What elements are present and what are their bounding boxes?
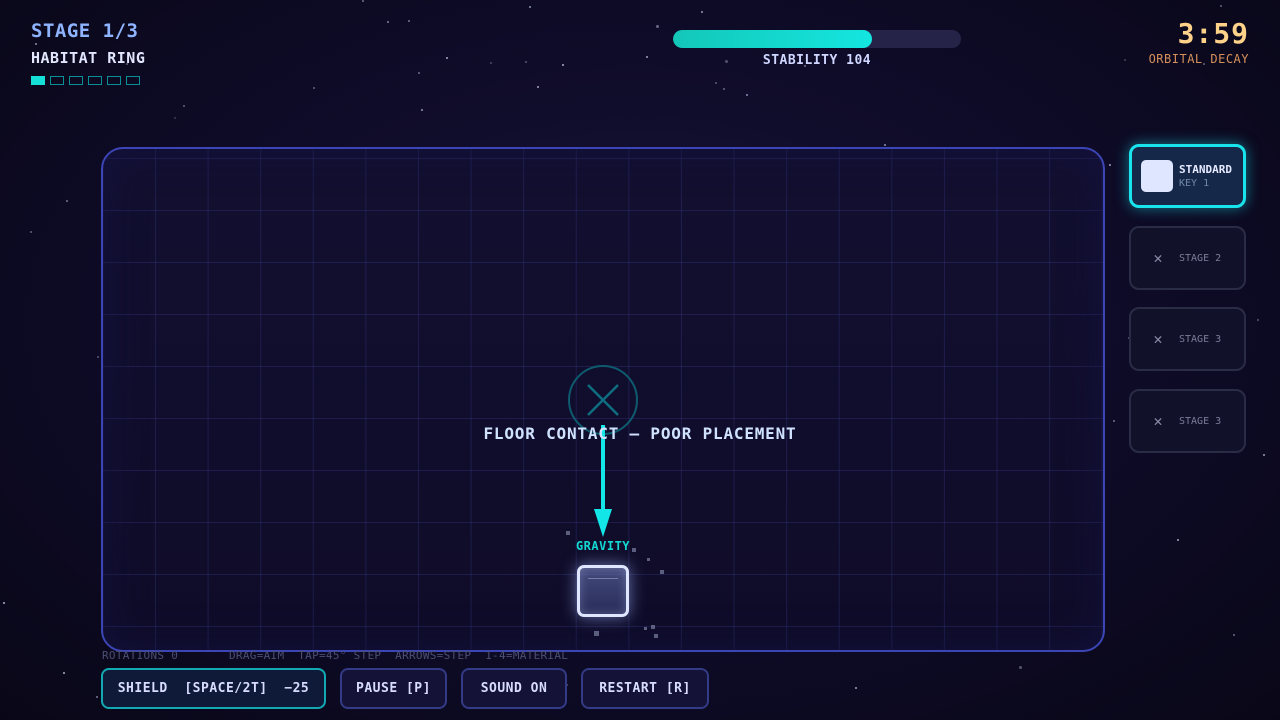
star	[537, 86, 539, 88]
star	[183, 105, 185, 107]
material-card-locked[interactable]: ✕ STAGE 3	[1129, 389, 1246, 453]
star	[723, 88, 725, 90]
star	[529, 6, 531, 8]
star	[562, 64, 564, 66]
material-name: STANDARD	[1179, 163, 1232, 176]
star	[387, 21, 389, 23]
star	[490, 62, 492, 64]
star	[362, 0, 364, 2]
star	[525, 61, 527, 63]
material-card-locked[interactable]: ✕ STAGE 2	[1129, 226, 1246, 290]
shield-button[interactable]: SHIELD [SPACE/2T] −25	[101, 668, 326, 709]
star	[1124, 59, 1126, 61]
debris-particle	[632, 548, 636, 552]
star	[446, 57, 448, 59]
restart-button[interactable]: RESTART [R]	[581, 668, 709, 709]
stability-bar-fill	[673, 30, 872, 48]
star	[66, 200, 68, 202]
debris-particle	[644, 627, 647, 630]
standard-block[interactable]	[577, 565, 629, 617]
stability-bar	[673, 30, 961, 48]
sound-toggle-button[interactable]: SOUND ON	[461, 668, 567, 709]
star	[656, 25, 659, 28]
stage-pip-empty	[126, 76, 140, 85]
material-lock-label: STAGE 3	[1179, 415, 1222, 427]
debris-particle	[647, 558, 650, 561]
star	[1257, 319, 1259, 321]
star	[1109, 164, 1111, 166]
star	[96, 696, 98, 698]
game-scene: STAGE 1/3 HABITAT RING STABILITY 104 3:5…	[0, 0, 1280, 720]
material-card-locked[interactable]: ✕ STAGE 3	[1129, 307, 1246, 371]
star	[35, 43, 37, 45]
x-icon: ✕	[1153, 412, 1163, 430]
star	[1263, 454, 1265, 456]
debris-particle	[654, 634, 658, 638]
star	[746, 94, 748, 96]
material-key-hint: KEY 1	[1179, 178, 1210, 189]
star	[313, 87, 315, 89]
stage-progress-pips	[31, 76, 140, 85]
star	[1220, 5, 1222, 7]
timer-label: ORBITAL DECAY	[1148, 52, 1249, 66]
stage-pip-empty	[107, 76, 121, 85]
rotation-counter: ROTATIONS 0	[102, 649, 179, 662]
star	[421, 109, 423, 111]
stability-label: STABILITY 104	[762, 53, 872, 68]
stage-counter: STAGE 1/3	[31, 20, 139, 42]
star	[1233, 634, 1235, 636]
stage-pip-complete	[31, 76, 45, 85]
star	[3, 602, 5, 604]
controls-hint: DRAG=AIM TAP=45° STEP ARROWS=STEP 1-4=MA…	[229, 649, 569, 662]
material-lock-label: STAGE 3	[1179, 333, 1222, 345]
star	[855, 687, 857, 689]
x-icon: ✕	[1153, 330, 1163, 348]
placement-feedback: FLOOR CONTACT — POOR PLACEMENT	[483, 424, 797, 443]
star	[715, 82, 717, 84]
star	[408, 20, 410, 22]
material-lock-label: STAGE 2	[1179, 252, 1222, 264]
star	[701, 11, 703, 13]
debris-particle	[660, 570, 664, 574]
star	[884, 144, 886, 146]
star	[174, 117, 176, 119]
debris-particle	[651, 625, 655, 629]
star	[646, 56, 648, 58]
x-icon: ✕	[1153, 249, 1163, 267]
star	[30, 231, 32, 233]
pause-button[interactable]: PAUSE [P]	[340, 668, 447, 709]
star	[1113, 420, 1115, 422]
star	[1177, 539, 1179, 541]
star	[63, 672, 65, 674]
debris-particle	[594, 631, 599, 636]
stage-name: HABITAT RING	[31, 49, 146, 67]
stage-pip-empty	[50, 76, 64, 85]
stage-pip-empty	[88, 76, 102, 85]
star	[97, 356, 99, 358]
countdown-timer: 3:59	[1177, 17, 1249, 50]
standard-material-swatch	[1141, 160, 1173, 192]
material-card-standard[interactable]: STANDARD KEY 1	[1129, 144, 1246, 208]
star	[418, 72, 420, 74]
stage-pip-empty	[69, 76, 83, 85]
debris-particle	[566, 531, 570, 535]
star	[1019, 666, 1022, 669]
gravity-label: GRAVITY	[575, 539, 631, 553]
